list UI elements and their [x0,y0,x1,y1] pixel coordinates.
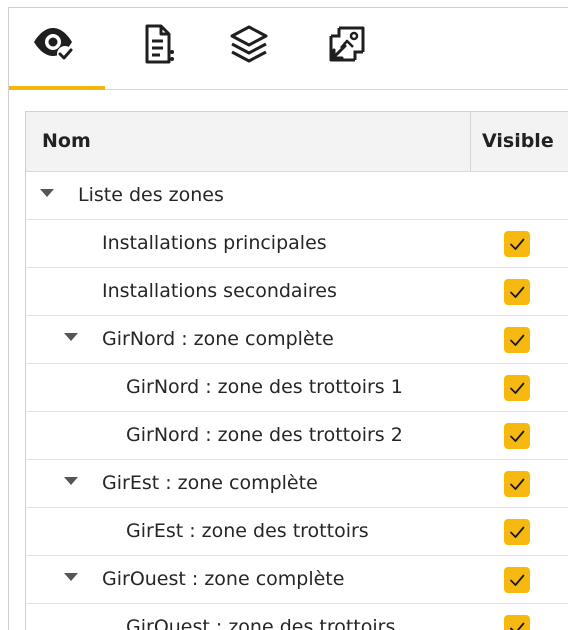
row-label: GirEst : zone des trottoirs [126,520,369,542]
tab-layers[interactable] [223,18,275,70]
row-label: GirNord : zone des trottoirs 1 [126,376,403,398]
table-row[interactable]: Installations principales [26,220,568,268]
table-row[interactable]: GirNord : zone complète [26,316,568,364]
tab-document[interactable] [133,18,185,70]
checkmark-icon [510,238,525,250]
row-label: Installations secondaires [102,280,337,302]
visible-checkbox[interactable] [504,519,530,545]
row-label: GirOuest : zone complète [102,568,345,590]
tab-image-export[interactable] [321,18,373,70]
table-row[interactable]: GirEst : zone des trottoirs [26,508,568,556]
image-export-icon [329,26,365,62]
visible-checkbox[interactable] [504,375,530,401]
zones-panel-window: Nom Visible Liste des zones Installation… [8,7,568,630]
checkmark-icon [510,478,525,490]
visible-checkbox[interactable] [504,471,530,497]
tab-bar [9,8,568,90]
row-label: Liste des zones [78,184,224,206]
column-header-name[interactable]: Nom [42,112,91,171]
zones-tree-table: Nom Visible Liste des zones Installation… [25,111,568,630]
row-label: GirOuest : zone des trottoirs [126,616,396,630]
checkmark-icon [510,334,525,346]
collapse-arrow-icon[interactable] [64,477,78,485]
checkmark-icon [510,526,525,538]
visible-checkbox[interactable] [504,327,530,353]
table-row[interactable]: Installations secondaires [26,268,568,316]
column-header-visible[interactable]: Visible [482,112,554,171]
document-settings-icon [145,24,174,64]
table-row[interactable]: Liste des zones [26,172,568,220]
row-label: GirEst : zone complète [102,472,318,494]
row-label: GirNord : zone complète [102,328,334,350]
collapse-arrow-icon[interactable] [40,189,54,197]
layers-icon [230,25,268,63]
visible-checkbox[interactable] [504,567,530,593]
row-label: Installations principales [102,232,327,254]
visible-checkbox[interactable] [504,231,530,257]
visible-checkbox[interactable] [504,615,530,630]
eye-check-icon [34,28,73,62]
table-row[interactable]: GirOuest : zone des trottoirs [26,604,568,630]
visible-checkbox[interactable] [504,423,530,449]
table-row[interactable]: GirNord : zone des trottoirs 2 [26,412,568,460]
checkmark-icon [510,382,525,394]
checkmark-icon [510,286,525,298]
table-row[interactable]: GirEst : zone complète [26,460,568,508]
row-label: GirNord : zone des trottoirs 2 [126,424,403,446]
collapse-arrow-icon[interactable] [64,333,78,341]
tab-visibility[interactable] [27,18,79,70]
table-body: Liste des zones Installations principale… [26,172,568,630]
active-tab-indicator [9,86,105,90]
checkmark-icon [510,622,525,630]
column-resize-handle[interactable] [470,112,471,171]
checkmark-icon [510,574,525,586]
visible-checkbox[interactable] [504,279,530,305]
checkmark-icon [510,430,525,442]
collapse-arrow-icon[interactable] [64,573,78,581]
table-header: Nom Visible [26,112,568,172]
table-row[interactable]: GirOuest : zone complète [26,556,568,604]
table-row[interactable]: GirNord : zone des trottoirs 1 [26,364,568,412]
